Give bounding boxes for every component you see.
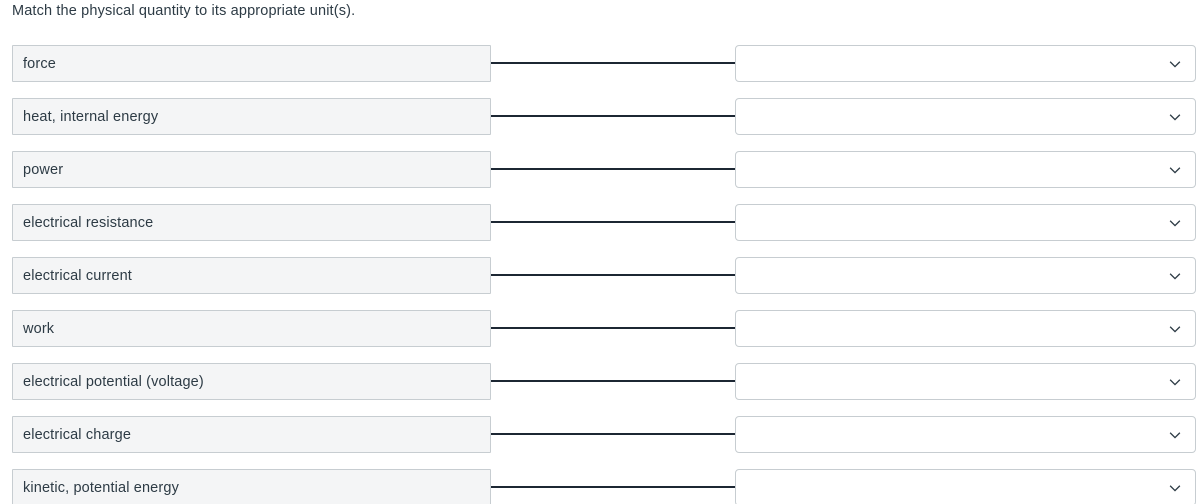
unit-select-7[interactable] [735,416,1196,453]
chevron-down-icon-8 [1168,481,1182,495]
term-box-8: kinetic, potential energy [12,469,491,504]
connector-line-7 [491,433,736,435]
unit-select-2[interactable] [735,151,1196,188]
table-row: electrical resistance [0,204,1200,241]
term-label-1: heat, internal energy [23,108,159,125]
unit-select-3[interactable] [735,204,1196,241]
connector-line-6 [491,380,736,382]
term-label-2: power [23,161,64,178]
term-label-5: work [23,320,55,337]
table-row: work [0,310,1200,347]
chevron-down-icon-3 [1168,216,1182,230]
connector-line-2 [491,168,736,170]
term-label-6: electrical potential (voltage) [23,373,204,390]
table-row: electrical charge [0,416,1200,453]
unit-select-1[interactable] [735,98,1196,135]
chevron-down-icon-2 [1168,163,1182,177]
unit-select-8[interactable] [735,469,1196,504]
connector-line-1 [491,115,736,117]
connector-line-5 [491,327,736,329]
term-label-7: electrical charge [23,426,132,443]
table-row: electrical current [0,257,1200,294]
term-label-3: electrical resistance [23,214,154,231]
connector-line-4 [491,274,736,276]
unit-select-5[interactable] [735,310,1196,347]
matching-question-page: Match the physical quantity to its appro… [0,0,1200,504]
connector-line-3 [491,221,736,223]
chevron-down-icon-7 [1168,428,1182,442]
unit-select-0[interactable] [735,45,1196,82]
connector-line-8 [491,486,736,488]
chevron-down-icon-6 [1168,375,1182,389]
matching-rows-list: force heat, internal energy power electr… [0,45,1200,504]
unit-select-6[interactable] [735,363,1196,400]
page-title: Match the physical quantity to its appro… [12,3,356,19]
term-box-4: electrical current [12,257,491,294]
table-row: electrical potential (voltage) [0,363,1200,400]
term-label-4: electrical current [23,267,132,284]
term-box-2: power [12,151,491,188]
term-box-3: electrical resistance [12,204,491,241]
unit-select-4[interactable] [735,257,1196,294]
table-row: kinetic, potential energy [0,469,1200,504]
term-box-5: work [12,310,491,347]
term-box-6: electrical potential (voltage) [12,363,491,400]
term-label-0: force [23,55,56,72]
table-row: power [0,151,1200,188]
chevron-down-icon-0 [1168,57,1182,71]
term-box-0: force [12,45,491,82]
term-box-1: heat, internal energy [12,98,491,135]
table-row: heat, internal energy [0,98,1200,135]
chevron-down-icon-4 [1168,269,1182,283]
chevron-down-icon-1 [1168,110,1182,124]
chevron-down-icon-5 [1168,322,1182,336]
table-row: force [0,45,1200,82]
term-label-8: kinetic, potential energy [23,479,179,496]
term-box-7: electrical charge [12,416,491,453]
connector-line-0 [491,62,736,64]
